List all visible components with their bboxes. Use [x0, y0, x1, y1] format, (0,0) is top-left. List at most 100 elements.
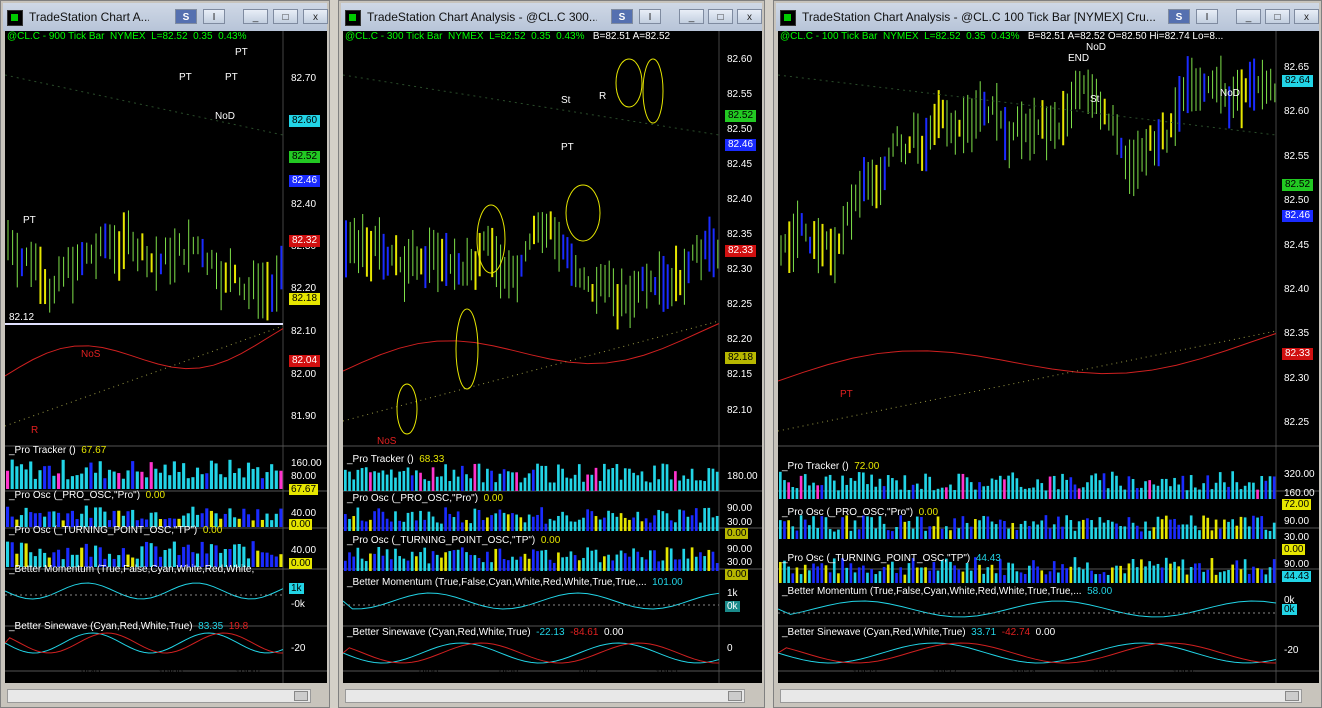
indicator-bar: [895, 573, 898, 583]
chart-label-nod: NoD: [215, 111, 236, 122]
price-tick: 82.60: [727, 54, 753, 65]
indicator-bar: [573, 555, 577, 571]
indicator-bar: [824, 476, 828, 499]
indicator-tick: 160.00: [291, 458, 322, 469]
sinewave-label: _Better Sinewave (Cyan,Red,White,True) 8…: [9, 621, 249, 632]
indicator-bar: [978, 564, 981, 583]
chart-label-st: St: [1090, 94, 1100, 105]
indicator-bar: [1144, 521, 1147, 539]
indicator-bar: [1090, 520, 1093, 539]
indicator-bar: [1106, 488, 1110, 499]
indicator-bar: [1019, 486, 1023, 499]
symbol-link-button[interactable]: S: [611, 9, 633, 24]
indicator-link-button[interactable]: I: [203, 9, 225, 24]
close-button[interactable]: x: [303, 9, 328, 24]
title-bar[interactable]: TradeStation Chart Analysis - @CL.C 300.…: [341, 3, 762, 31]
indicator-bar: [1115, 475, 1118, 499]
indicator-bar: [1073, 530, 1077, 539]
leadsine-line: [343, 642, 720, 664]
indicator-bar: [552, 482, 556, 491]
indicator-bar: [982, 573, 985, 583]
maximize-button[interactable]: □: [273, 9, 298, 24]
indicator-link-button[interactable]: I: [639, 9, 661, 24]
indicator-bar: [994, 573, 998, 583]
indicator-bar: [803, 564, 807, 583]
scroll-thumb[interactable]: [294, 691, 308, 701]
indicator-bar: [1231, 471, 1234, 499]
indicator-bar: [469, 523, 473, 531]
indicator-bar: [490, 562, 493, 571]
indicator-bar: [812, 516, 815, 539]
indicator-bar: [1144, 481, 1147, 499]
minimize-button[interactable]: _: [679, 9, 704, 24]
time-label: 10:27: [932, 668, 958, 679]
indicator-bar: [1194, 525, 1197, 539]
indicator-bar: [928, 570, 932, 583]
horizontal-scrollbar[interactable]: [345, 689, 745, 703]
indicator-bar: [949, 530, 952, 539]
price-chart-svg[interactable]: [5, 31, 327, 683]
indicator-bar: [874, 486, 878, 499]
symbol-link-button[interactable]: S: [1168, 9, 1190, 24]
indicator-bar: [1069, 477, 1073, 499]
chart-area[interactable]: @CL.C - 300 Tick Bar NYMEX L=82.52 0.35 …: [343, 31, 762, 683]
indicator-bar: [502, 512, 506, 531]
indicator-bar: [1194, 487, 1197, 499]
scroll-thumb[interactable]: [728, 691, 742, 701]
indicator-bar: [191, 506, 195, 527]
indicator-bar: [615, 516, 619, 531]
title-bar[interactable]: TradeStation Chart Analysis - @CL.C 100 …: [776, 3, 1319, 31]
indicator-bar: [828, 572, 832, 583]
indicator-bar: [1173, 477, 1176, 499]
minimize-button[interactable]: _: [243, 9, 268, 24]
indicator-bar: [1156, 563, 1160, 583]
price-box-green: 82.52: [725, 110, 757, 122]
indicator-bar: [544, 549, 548, 571]
indicator-tick: -20: [1284, 645, 1299, 656]
indicator-bar: [1077, 521, 1081, 539]
indicator-bar: [857, 567, 861, 583]
annotation-ellipse: [615, 58, 643, 108]
indicator-bar: [903, 574, 907, 583]
symbol-link-button[interactable]: S: [175, 9, 197, 24]
indicator-bar: [435, 522, 439, 531]
indicator-bar: [1007, 562, 1010, 583]
indicator-bar: [715, 563, 719, 571]
indicator-bar: [837, 573, 840, 583]
indicator-bar: [481, 482, 485, 491]
indicator-bar: [961, 473, 965, 499]
indicator-tick: 90.00: [727, 544, 753, 555]
indicator-link-button[interactable]: I: [1196, 9, 1218, 24]
horizontal-scrollbar[interactable]: [7, 689, 311, 703]
indicator-bar: [707, 507, 711, 531]
indicator-bar: [1094, 527, 1098, 539]
indicator-bar: [1032, 560, 1035, 583]
indicator-bar: [895, 480, 898, 499]
chart-area[interactable]: @CL.C - 100 Tick Bar NYMEX L=82.52 0.35 …: [778, 31, 1319, 683]
indicator-bar: [1160, 519, 1164, 539]
indicator-bar: [1106, 520, 1110, 539]
indicator-bar: [94, 472, 98, 489]
maximize-button[interactable]: □: [1265, 9, 1290, 24]
indicator-bar: [502, 559, 506, 571]
minimize-button[interactable]: _: [1236, 9, 1261, 24]
close-button[interactable]: x: [737, 9, 762, 24]
indicator-bar: [1057, 516, 1060, 539]
indicator-bar: [1052, 561, 1056, 583]
indicator-bar: [978, 520, 981, 539]
horizontal-scrollbar[interactable]: [780, 689, 1302, 703]
tradestation-icon: [780, 10, 796, 26]
indicator-bar: [678, 509, 681, 531]
indicator-bar: [1218, 572, 1222, 583]
chart-area[interactable]: @CL.C - 900 Tick Bar NYMEX L=82.52 0.35 …: [5, 31, 327, 683]
hline-label: 82.12: [9, 312, 35, 323]
indicator-bar: [1098, 480, 1102, 499]
maximize-button[interactable]: □: [708, 9, 733, 24]
momentum-label: _Better Momentum (True,False,Cyan,White,…: [9, 564, 255, 575]
indicator-bar: [623, 468, 627, 491]
indicator-bar: [377, 508, 381, 531]
scroll-thumb[interactable]: [1285, 691, 1299, 701]
title-bar[interactable]: TradeStation Chart A... S I _ □ x: [3, 3, 328, 31]
indicator-tick: 30.00: [727, 517, 753, 528]
close-button[interactable]: x: [1294, 9, 1319, 24]
